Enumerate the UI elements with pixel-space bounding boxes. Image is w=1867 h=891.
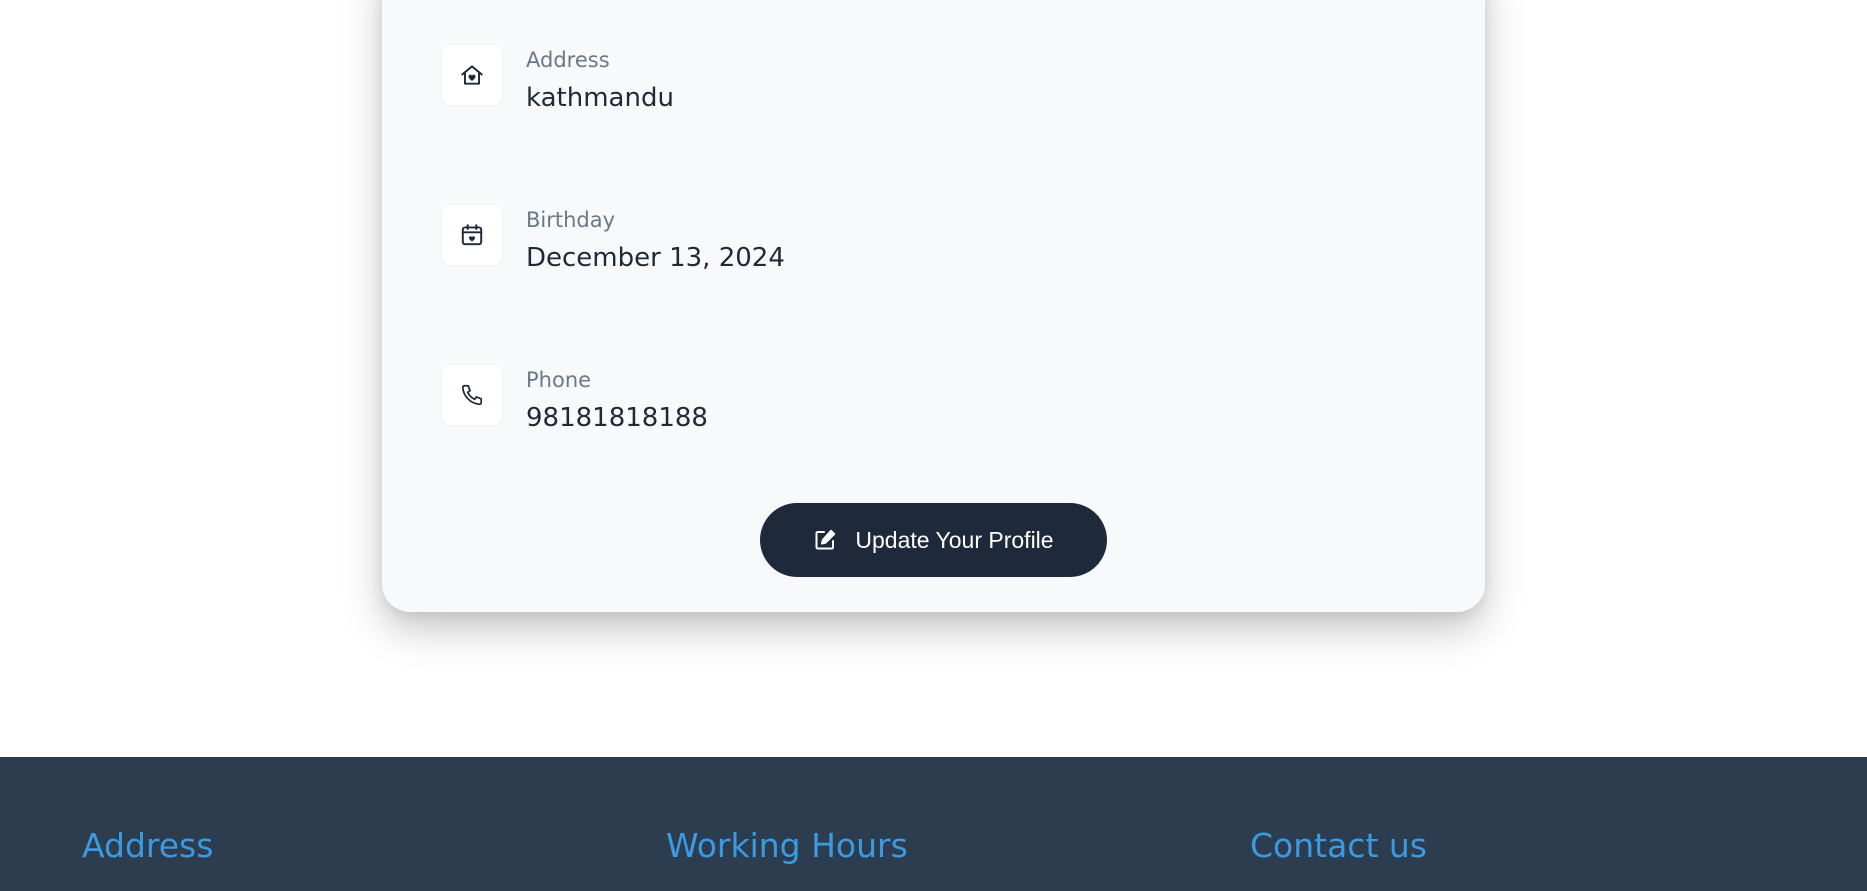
birthday-label: Birthday	[526, 208, 616, 232]
edit-icon	[815, 529, 836, 550]
address-text: Address kathmandu	[526, 47, 674, 115]
calendar-heart-icon	[442, 205, 502, 265]
address-row: Address kathmandu	[442, 45, 674, 115]
footer: Address Working Hours Contact us	[0, 757, 1867, 891]
update-profile-button[interactable]: Update Your Profile	[760, 503, 1107, 577]
birthday-value: December 13, 2024	[526, 243, 785, 273]
footer-contact-heading: Contact us	[1250, 826, 1427, 865]
footer-working-hours-heading: Working Hours	[666, 826, 908, 865]
phone-row: Phone 98181818188	[442, 365, 708, 435]
birthday-row: Birthday December 13, 2024	[442, 205, 785, 275]
phone-value: 98181818188	[526, 403, 708, 433]
address-label: Address	[526, 48, 610, 72]
phone-text: Phone 98181818188	[526, 367, 708, 435]
birthday-text: Birthday December 13, 2024	[526, 207, 785, 275]
footer-address-heading: Address	[82, 826, 214, 865]
phone-label: Phone	[526, 368, 592, 392]
phone-icon	[442, 365, 502, 425]
page: Address kathmandu Birthday December 13, …	[0, 0, 1867, 891]
address-value: kathmandu	[526, 83, 674, 113]
update-profile-label: Update Your Profile	[855, 526, 1054, 553]
house-heart-icon	[442, 45, 502, 105]
